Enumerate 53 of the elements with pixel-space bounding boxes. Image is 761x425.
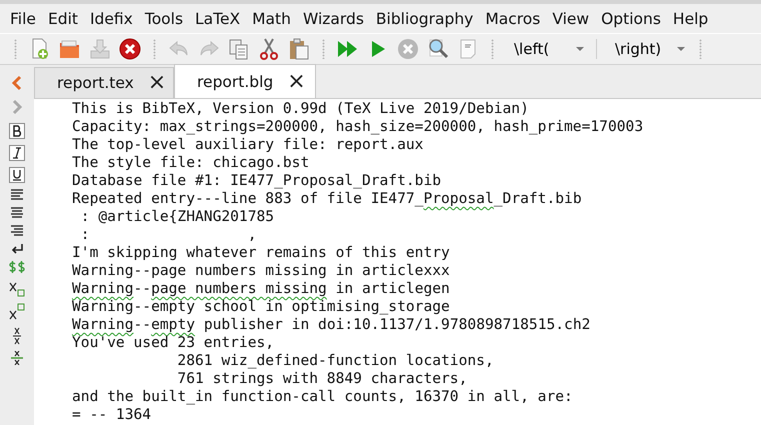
- menu-item[interactable]: LaTeX: [189, 10, 246, 28]
- dollar-signs-icon[interactable]: [8, 261, 26, 273]
- code-line: Repeated entry---line 883 of file IE477_Proposal_Draft.bib: [72, 190, 583, 208]
- return-arrow-icon[interactable]: [10, 243, 24, 255]
- align-center-icon[interactable]: [10, 207, 24, 219]
- fraction-icon[interactable]: [11, 327, 23, 345]
- code-line: Database file #1: IE477_Proposal_Draft.bib: [72, 172, 442, 190]
- code-line: The style file: chicago.bst: [72, 154, 310, 172]
- code-line: 761 strings with 8849 characters,: [176, 370, 468, 388]
- close-icon[interactable]: [118, 37, 142, 61]
- code-line: Warning--page numbers missing in articlexxx: [72, 262, 451, 280]
- scissors-icon[interactable]: [257, 37, 281, 61]
- menu-item[interactable]: Edit: [42, 10, 84, 28]
- code-line: : @article{ZHANG201785: [80, 208, 276, 226]
- menu-item[interactable]: Macros: [479, 10, 546, 28]
- underline-icon[interactable]: [9, 167, 25, 183]
- file-tab[interactable]: report.tex ×: [34, 67, 174, 98]
- code-line: This is BibTeX, Version 0.99d (TeX Live 2019/Debian): [72, 100, 530, 118]
- file-tab[interactable]: report.blg ×: [174, 64, 316, 98]
- bold-icon[interactable]: [9, 123, 25, 139]
- italic-icon[interactable]: [9, 145, 25, 161]
- close-icon[interactable]: ×: [287, 70, 306, 92]
- symbol-dropdown[interactable]: \left(: [502, 37, 590, 61]
- clipboard-icon[interactable]: [287, 37, 311, 61]
- menu-item[interactable]: Idefix: [84, 10, 139, 28]
- code-line: Warning--empty school in optimising_storage: [72, 298, 451, 316]
- caret-icon: [576, 47, 584, 51]
- large-fraction-icon[interactable]: [10, 351, 24, 365]
- code-line: and the built_in function-call counts, 16370 in all, are:: [72, 388, 574, 406]
- code-line: Warning--empty publisher in doi:10.1137/1.9780898718515.ch2: [72, 316, 592, 334]
- menu-item[interactable]: Bibliography: [370, 10, 480, 28]
- menu-item[interactable]: View: [546, 10, 596, 28]
- menu-item[interactable]: Wizards: [296, 10, 370, 28]
- superscript-icon[interactable]: [8, 303, 26, 321]
- align-right-icon[interactable]: [10, 225, 24, 237]
- menu-item[interactable]: Math: [246, 10, 297, 28]
- code-line: The top-level auxiliary file: report.aux: [72, 136, 424, 154]
- symbol-dropdown[interactable]: \right): [603, 37, 691, 61]
- menu-item[interactable]: File: [4, 10, 42, 28]
- menu-item[interactable]: Tools: [138, 10, 190, 28]
- code-line: : ,: [80, 226, 258, 244]
- align-left-icon[interactable]: [10, 189, 24, 201]
- menu-item[interactable]: Options: [595, 10, 667, 28]
- menu-item[interactable]: Help: [666, 10, 714, 28]
- code-line: You've used 23 entries,: [72, 334, 276, 352]
- caret-icon: [677, 47, 685, 51]
- close-icon[interactable]: ×: [148, 72, 166, 94]
- code-line: = -- 1364: [72, 406, 152, 424]
- code-line: I'm skipping whatever remains of this entry: [72, 244, 451, 262]
- code-line: 2861 wiz_defined-function locations,: [176, 352, 495, 370]
- chevron-left-icon[interactable]: [11, 75, 23, 91]
- code-line: Warning--page numbers missing in articlegen: [72, 280, 451, 298]
- code-line: Capacity: max_strings=200000, hash_size=200000, hash_prime=170003: [72, 118, 644, 136]
